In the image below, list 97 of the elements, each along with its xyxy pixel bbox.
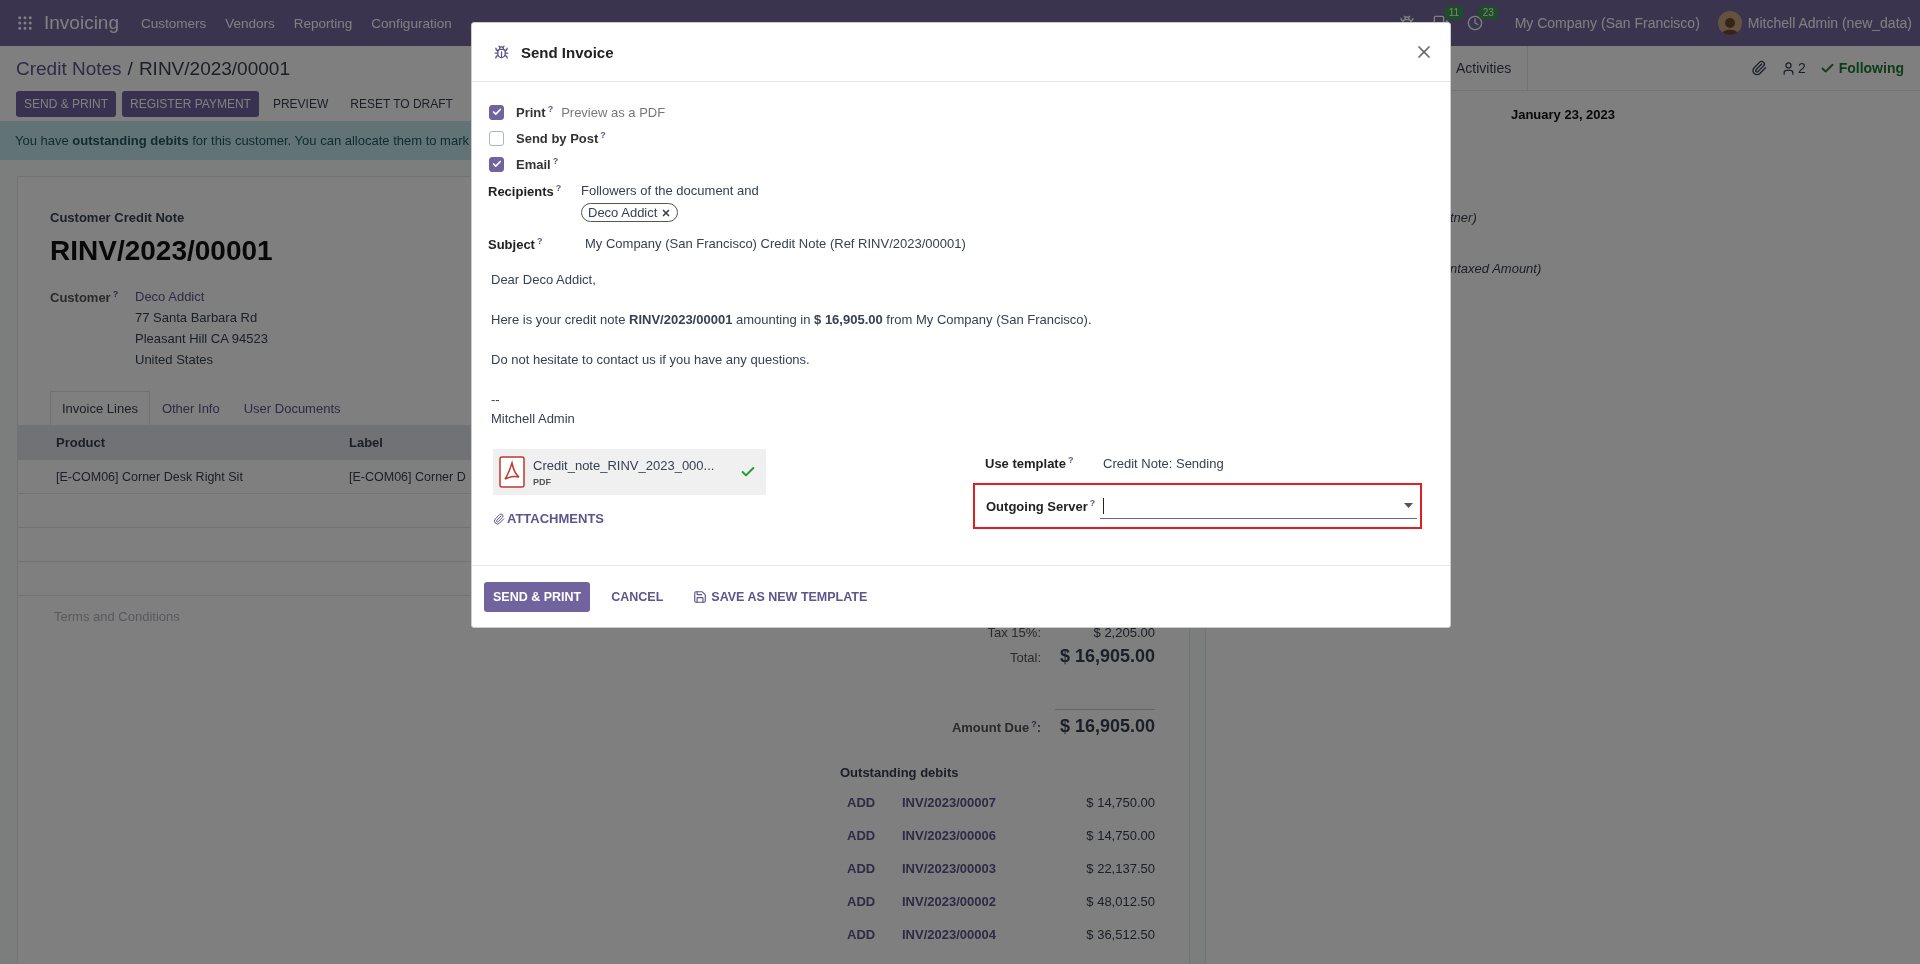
total-value: $ 16,905.00: [1058, 646, 1155, 667]
body-text: Do not hesitate to contact us if you have any questions.: [491, 351, 811, 370]
field-label: Recipients$^{?}$: [488, 183, 563, 202]
app-name[interactable]: Invoicing: [44, 12, 119, 34]
section-title: Outstanding debits: [840, 765, 960, 780]
attachment-name: Credit_note_RINV_2023_000...: [533, 457, 716, 473]
add-link[interactable]: ADD: [847, 828, 902, 843]
apps-menu-icon[interactable]: [16, 14, 34, 32]
date-separator: January 23, 2023: [1509, 107, 1617, 122]
message-text: ntaxed Amount): [1449, 261, 1543, 276]
notebook-tab[interactable]: Other Info: [149, 391, 232, 425]
save-icon: [693, 590, 708, 605]
table-cell-text: [E-COM06] Corner D: [348, 469, 466, 484]
invoice-link[interactable]: INV/2023/00007: [902, 795, 1087, 810]
field-label: Outgoing Server$^{?}$: [986, 498, 1097, 515]
body-text: Mitchell Admin: [491, 410, 576, 429]
address-line: Pleasant Hill CA 94523: [135, 331, 268, 346]
checkbox[interactable]: [489, 130, 504, 146]
add-link[interactable]: ADD: [847, 927, 902, 942]
bug-icon: [494, 44, 509, 60]
paperclip-icon: [493, 512, 505, 525]
clock-icon[interactable]: [1466, 15, 1483, 31]
dropdown-caret-icon[interactable]: [1404, 503, 1413, 509]
attachment-card[interactable]: Credit_note_RINV_2023_000... PDF: [493, 449, 766, 496]
email-body-editor[interactable]: Dear Deco Addict, Here is your credit note RINV/2023/00001 amounting in $ 16,905.00 from My Company (San Francisco). Do not hesitate to contact us if you have any questions. -- Mitchell Admin: [488, 252, 1434, 429]
body-text: --: [491, 391, 501, 410]
total-label: Amount Due$^{?}$:: [951, 718, 1041, 735]
debit-amount: $ 22,137.50: [1086, 861, 1155, 876]
debit-amount: $ 48,012.50: [1086, 894, 1155, 909]
add-link[interactable]: ADD: [847, 861, 902, 876]
menu-item[interactable]: Configuration: [371, 15, 452, 31]
document-number: RINV/2023/00001: [50, 235, 273, 267]
paperclip-icon[interactable]: [1750, 60, 1767, 76]
action-button[interactable]: RESET TO DRAFT: [342, 91, 461, 117]
option-hint: Preview as a PDF: [561, 104, 666, 120]
action-button[interactable]: SEND & PRINT: [16, 91, 116, 117]
notebook-tab[interactable]: User Documents: [231, 391, 353, 425]
menu-item[interactable]: Vendors: [225, 15, 275, 31]
address-line: United States: [135, 352, 215, 367]
checkbox[interactable]: [489, 104, 504, 120]
action-button[interactable]: REGISTER PAYMENT: [122, 91, 259, 117]
table-cell-text: [E-COM06] Corner Desk Right Sit: [55, 469, 243, 484]
invoice-link[interactable]: INV/2023/00004: [902, 927, 1087, 942]
column-header: Product: [55, 434, 106, 450]
remove-icon[interactable]: [661, 207, 672, 218]
menu-item[interactable]: Reporting: [293, 15, 353, 31]
person-icon: [1780, 60, 1796, 76]
dialog-title: Send Invoice: [521, 43, 614, 61]
field-label: Use template$^{?}$: [985, 455, 1075, 472]
debit-amount: $ 14,750.00: [1086, 828, 1155, 843]
message-text: tner): [1449, 210, 1478, 225]
total-label: Total:: [1008, 650, 1041, 665]
attachment-type: PDF: [533, 476, 552, 487]
total-label: Tax 15%:: [986, 625, 1041, 640]
column-header: Label: [348, 434, 383, 450]
count-badge: 23: [1478, 6, 1498, 19]
body-text: Here is your credit note RINV/2023/00001 amounting in $ 16,905.00 from My Company (San Francisco).: [491, 311, 1093, 330]
body-text: Dear Deco Addict,: [491, 271, 597, 290]
count-badge: 11: [1444, 6, 1464, 19]
option-label: Send by Post$^{?}$: [516, 129, 606, 147]
dialog-button[interactable]: SEND & PRINT: [484, 582, 591, 613]
field-label: Subject$^{?}$: [488, 236, 544, 253]
invoice-link[interactable]: INV/2023/00002: [902, 894, 1087, 909]
template-value[interactable]: Credit Note: Sending: [1103, 455, 1224, 471]
total-value: $ 2,205.00: [1092, 625, 1155, 640]
recipients-text: Followers of the document and: [581, 183, 759, 198]
action-button[interactable]: PREVIEW: [264, 91, 337, 117]
customer-link[interactable]: Deco Addict: [135, 289, 268, 304]
option-label: Print$^{?}$: [516, 103, 554, 121]
subject-field[interactable]: My Company (San Francisco) Credit Note (Ref RINV/2023/00001): [581, 236, 966, 253]
pdf-icon: [499, 456, 525, 489]
user-menu[interactable]: Mitchell Admin (new_data): [1747, 15, 1912, 31]
check-icon: [491, 107, 502, 117]
menu-item[interactable]: Customers: [141, 15, 207, 31]
checkbox[interactable]: [489, 156, 504, 172]
debit-amount: $ 36,512.50: [1086, 927, 1155, 942]
invoice-link[interactable]: INV/2023/00006: [902, 828, 1087, 843]
total-value: $ 16,905.00: [1055, 709, 1155, 737]
followers-button[interactable]: 2: [1780, 60, 1806, 76]
address-line: 77 Santa Barbara Rd: [135, 310, 259, 325]
check-icon: [491, 159, 502, 169]
debit-amount: $ 14,750.00: [1086, 795, 1155, 810]
dialog-button[interactable]: CANCEL: [602, 582, 673, 613]
company-switcher[interactable]: My Company (San Francisco): [1514, 15, 1700, 31]
dialog-button[interactable]: SAVE AS NEW TEMPLATE: [684, 582, 877, 613]
field-label: Customer$^{?}$: [50, 289, 120, 308]
follow-button[interactable]: Following: [1819, 60, 1904, 76]
document-type: Customer Credit Note: [50, 210, 185, 225]
chatter-tab[interactable]: Activities: [1456, 46, 1529, 90]
breadcrumb-separator: /: [127, 58, 133, 80]
add-link[interactable]: ADD: [847, 894, 902, 909]
breadcrumb-link[interactable]: Credit Notes: [16, 58, 122, 80]
notebook-tab[interactable]: Invoice Lines: [50, 391, 150, 425]
add-link[interactable]: ADD: [847, 795, 902, 810]
attachments-link[interactable]: ATTACHMENTS: [493, 511, 604, 527]
breadcrumb-current: RINV/2023/00001: [138, 58, 290, 80]
invoice-link[interactable]: INV/2023/00003: [902, 861, 1087, 876]
